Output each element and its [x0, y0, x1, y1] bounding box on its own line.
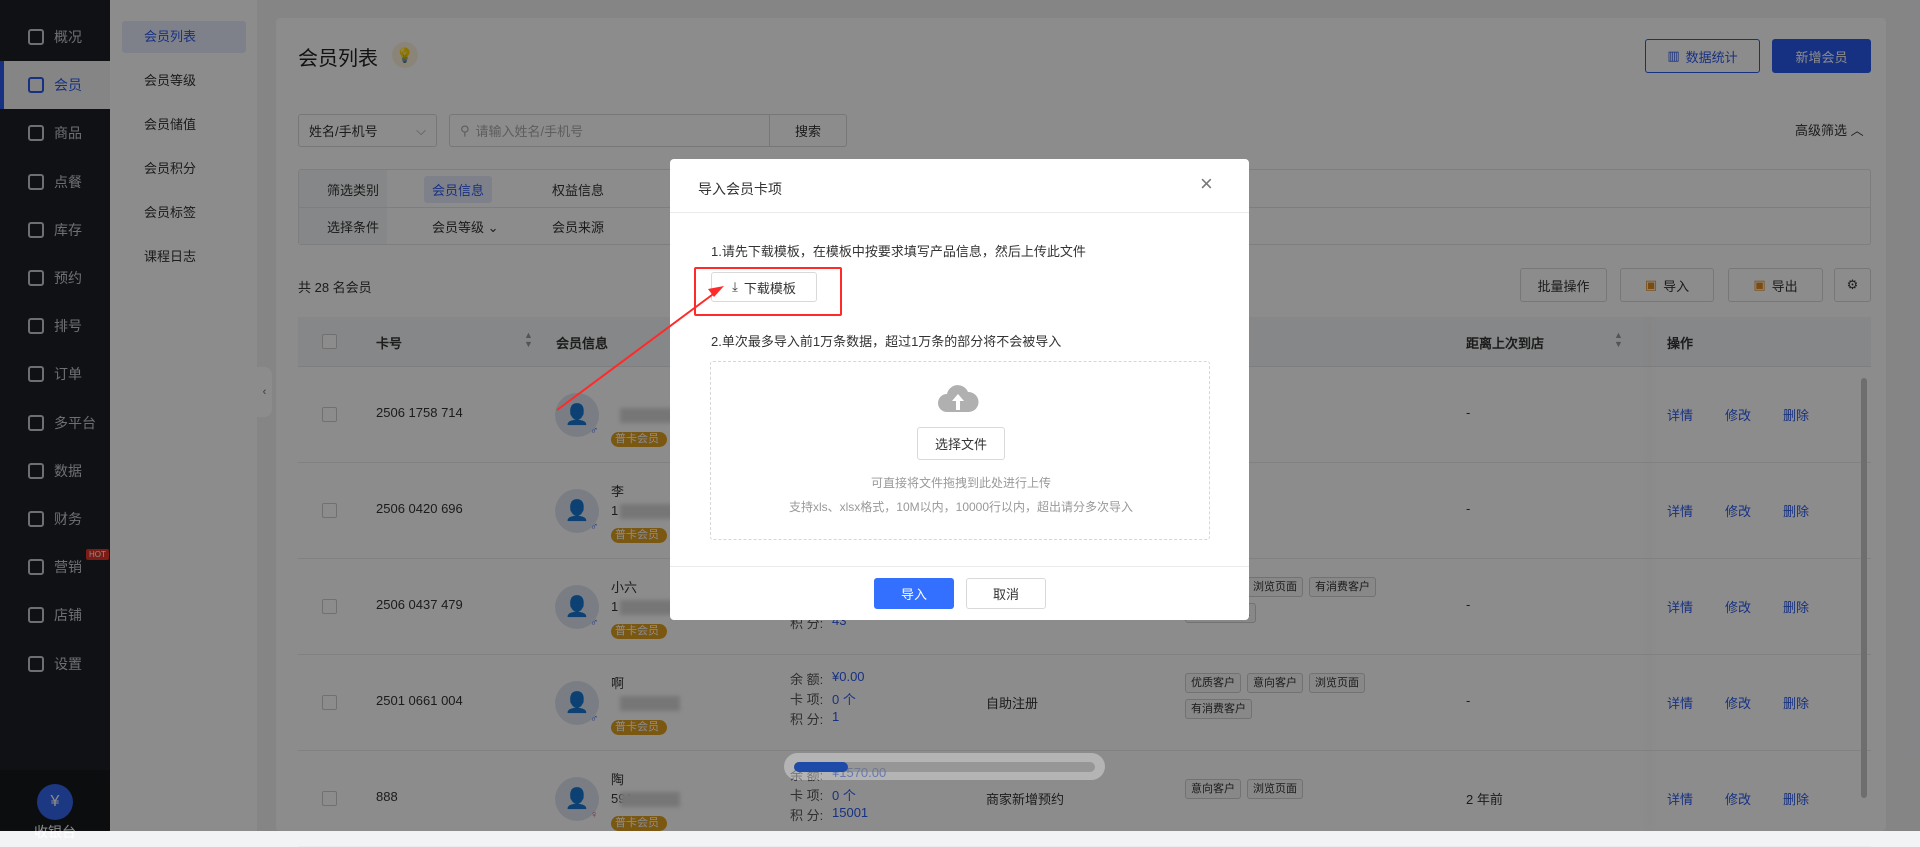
cloud-upload-icon	[938, 385, 979, 412]
progress-fill	[794, 762, 849, 772]
loading-progress	[784, 753, 1105, 780]
step1-text: 1.请先下载模板，在模板中按要求填写产品信息，然后上传此文件	[711, 244, 1086, 259]
import-modal: 导入会员卡项 × 1.请先下载模板，在模板中按要求填写产品信息，然后上传此文件 …	[670, 159, 1249, 620]
progress-track	[794, 762, 1095, 772]
divider	[670, 212, 1249, 213]
modal-cancel-button[interactable]: 取消	[966, 578, 1046, 609]
divider	[670, 566, 1249, 567]
annotation-highlight-box	[694, 267, 842, 316]
modal-title: 导入会员卡项	[698, 181, 782, 197]
format-hint: 支持xls、xlsx格式，10M以内，10000行以内，超出请分多次导入	[788, 500, 1134, 514]
close-icon[interactable]: ×	[1200, 171, 1213, 197]
drag-hint: 可直接将文件拖拽到此处进行上传	[870, 476, 1051, 490]
step2-text: 2.单次最多导入前1万条数据，超过1万条的部分将不会被导入	[711, 334, 1062, 349]
upload-dropzone[interactable]: 选择文件 可直接将文件拖拽到此处进行上传 支持xls、xlsx格式，10M以内，…	[710, 361, 1210, 540]
modal-import-button[interactable]: 导入	[874, 578, 954, 609]
choose-file-button[interactable]: 选择文件	[917, 427, 1005, 460]
